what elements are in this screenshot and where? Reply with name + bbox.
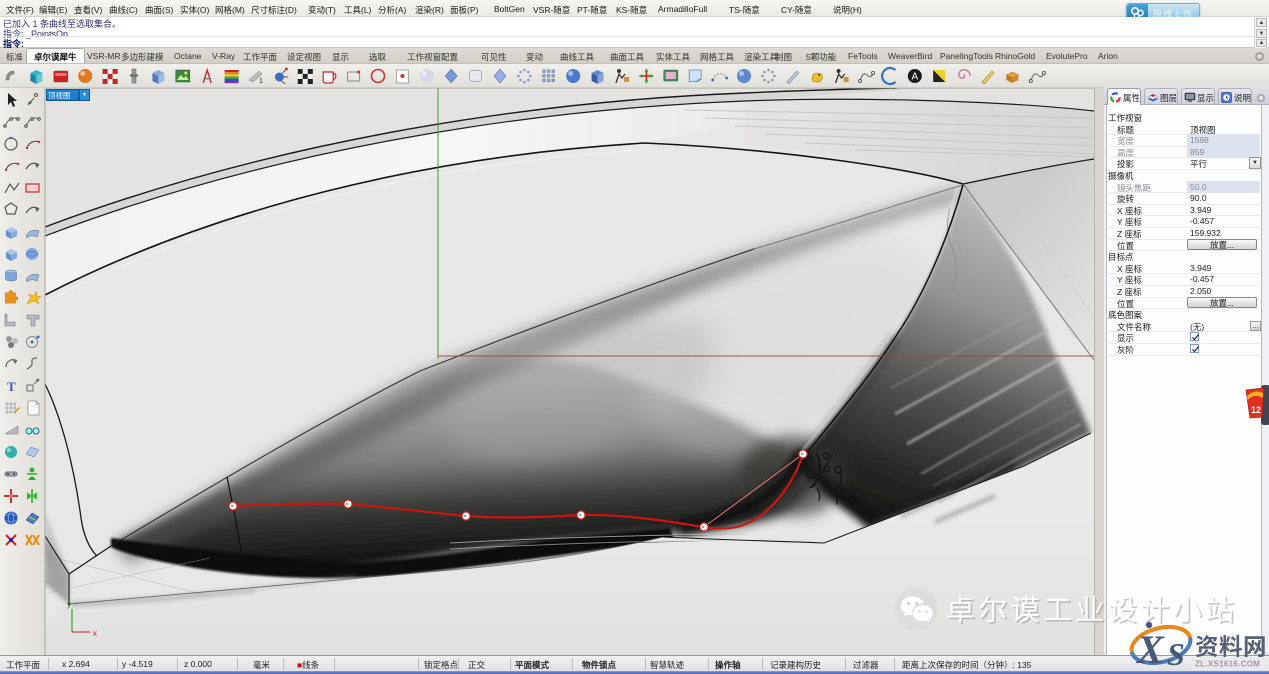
svg-text:ZL.XS1616.COM: ZL.XS1616.COM — [1195, 660, 1260, 669]
svg-text:x: x — [93, 629, 97, 638]
svg-text:T: T — [7, 379, 16, 394]
svg-text:A: A — [911, 72, 918, 83]
svg-text:12: 12 — [1251, 405, 1261, 415]
svg-text:y: y — [67, 600, 71, 609]
svg-text:X: X — [1135, 627, 1165, 672]
svg-text:1: 1 — [259, 78, 263, 85]
svg-text:S: S — [1167, 636, 1185, 672]
